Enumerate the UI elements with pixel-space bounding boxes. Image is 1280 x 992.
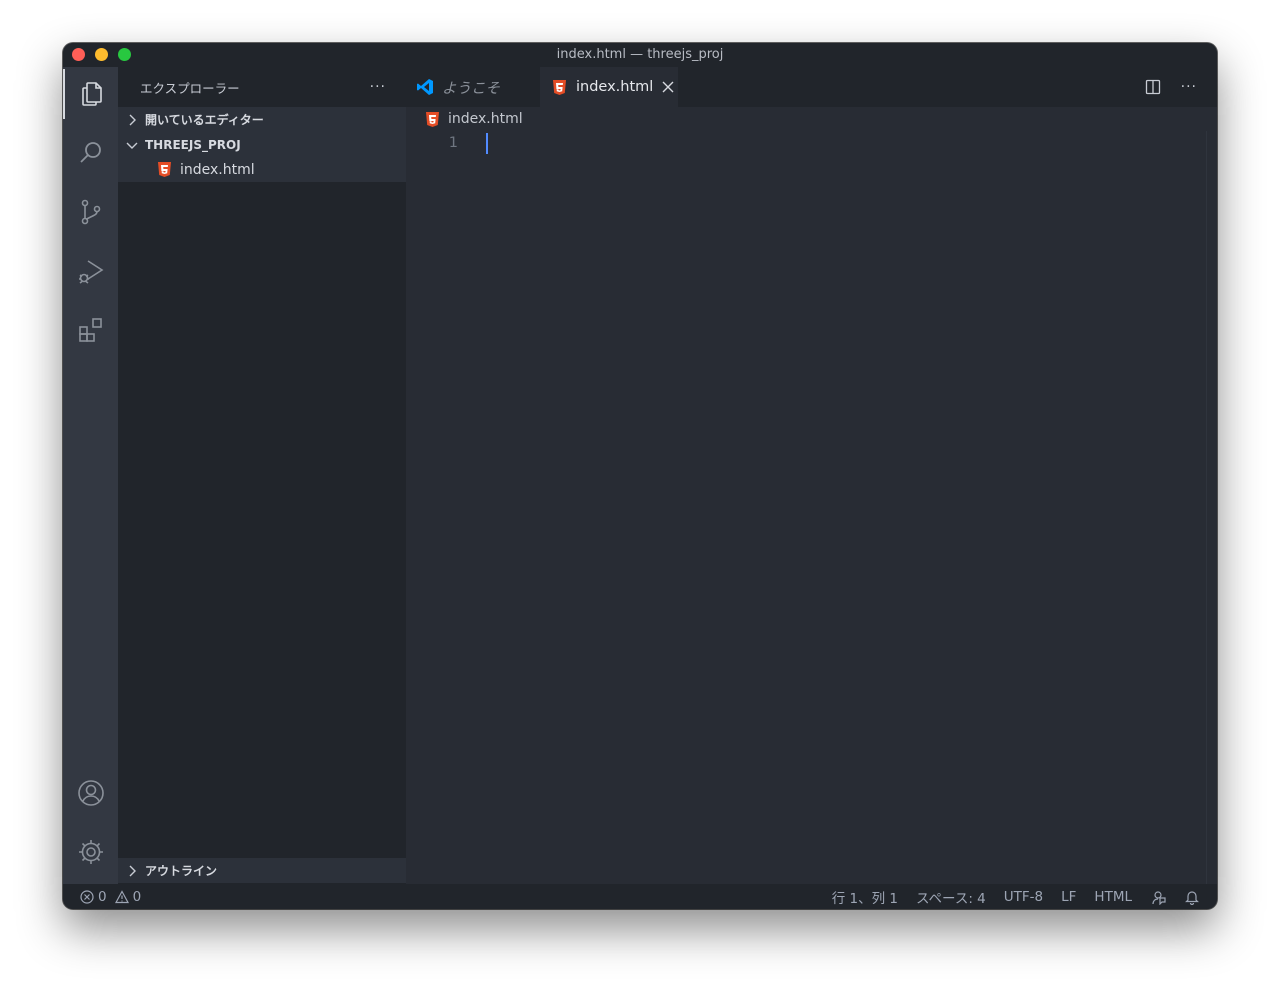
line-number: 1 [448, 135, 458, 151]
breadcrumb[interactable]: index.html [406, 107, 1217, 131]
outline-label: アウトライン [145, 864, 218, 878]
editor-more-actions-button[interactable]: ··· [1181, 79, 1197, 95]
vscode-logo-icon [417, 79, 433, 95]
account-button[interactable] [63, 768, 118, 818]
maximize-window-button[interactable] [118, 48, 131, 61]
file-name-label: index.html [180, 161, 255, 178]
source-control-icon [81, 199, 100, 225]
search-button[interactable] [63, 128, 118, 178]
open-editors-section[interactable]: 開いているエディター [118, 107, 406, 132]
sidebar-more-actions-button[interactable]: ··· [370, 79, 386, 95]
notifications-bell-icon[interactable] [1184, 889, 1200, 905]
status-bar-right: 行 1、列 1 スペース: 4 UTF-8 LF HTML [832, 887, 1200, 907]
explorer-button[interactable] [63, 69, 118, 119]
explorer-sidebar: エクスプローラー ··· 開いているエディター THREEJS_PROJ ind… [118, 67, 406, 884]
settings-gear-icon [78, 840, 103, 864]
extensions-button[interactable] [63, 305, 118, 355]
sidebar-header: エクスプローラー ··· [118, 67, 406, 107]
source-control-button[interactable] [63, 187, 118, 237]
activity-bar [63, 67, 118, 884]
window-title: index.html — threejs_proj [556, 47, 724, 62]
chevron-right-icon [129, 114, 136, 125]
end-of-line[interactable]: LF [1061, 889, 1076, 905]
indentation[interactable]: スペース: 4 [916, 887, 986, 907]
problems-indicator[interactable]: 0 0 [63, 889, 141, 905]
vscode-window: index.html — threejs_proj エクスプローラー ··· 開… [63, 43, 1217, 909]
html5-file-icon [426, 111, 439, 127]
tab-bar: ようこそ index.html ··· [406, 67, 1217, 107]
settings-button[interactable] [63, 827, 118, 877]
minimize-window-button[interactable] [95, 48, 108, 61]
project-folder-section[interactable]: THREEJS_PROJ [118, 132, 406, 157]
error-icon [80, 889, 94, 904]
close-icon[interactable] [662, 81, 674, 93]
breadcrumb-file: index.html [448, 111, 523, 127]
close-window-button[interactable] [72, 48, 85, 61]
status-bar: 0 0 行 1、列 1 スペース: 4 UTF-8 LF HTML [63, 884, 1217, 909]
account-icon [77, 780, 104, 806]
file-tree-item[interactable]: index.html [118, 157, 406, 182]
outline-section[interactable]: アウトライン [118, 858, 406, 883]
editor-actions: ··· [1145, 79, 1197, 95]
title-bar: index.html — threejs_proj [63, 43, 1217, 67]
search-icon [79, 142, 101, 163]
html5-file-icon [158, 162, 171, 177]
split-editor-icon[interactable] [1145, 79, 1161, 95]
tab-welcome-label: ようこそ [442, 80, 500, 97]
editor-scrollbar[interactable] [1206, 131, 1207, 884]
chevron-down-icon [126, 142, 138, 149]
tab-index-html[interactable]: index.html [540, 67, 678, 107]
feedback-icon[interactable] [1150, 889, 1166, 905]
run-debug-icon [78, 260, 103, 284]
code-line[interactable]: 1 [406, 131, 1217, 155]
tab-welcome[interactable]: ようこそ [416, 67, 540, 107]
project-folder-label: THREEJS_PROJ [145, 137, 241, 152]
run-debug-button[interactable] [63, 246, 118, 296]
extensions-icon [78, 318, 102, 342]
html5-file-icon [553, 79, 566, 95]
text-cursor [486, 133, 488, 154]
sidebar-title: エクスプローラー [140, 80, 240, 96]
editor-area: ようこそ index.html ··· index.html 1 [406, 67, 1217, 884]
language-mode[interactable]: HTML [1094, 889, 1132, 905]
explorer-icon [81, 82, 102, 106]
chevron-right-icon [129, 865, 136, 876]
tab-index-label: index.html [576, 79, 654, 95]
warning-count: 0 [132, 888, 142, 905]
error-count: 0 [98, 888, 107, 905]
warning-icon [114, 889, 129, 903]
open-editors-label: 開いているエディター [145, 113, 264, 127]
encoding[interactable]: UTF-8 [1004, 889, 1043, 905]
cursor-position[interactable]: 行 1、列 1 [832, 887, 898, 907]
